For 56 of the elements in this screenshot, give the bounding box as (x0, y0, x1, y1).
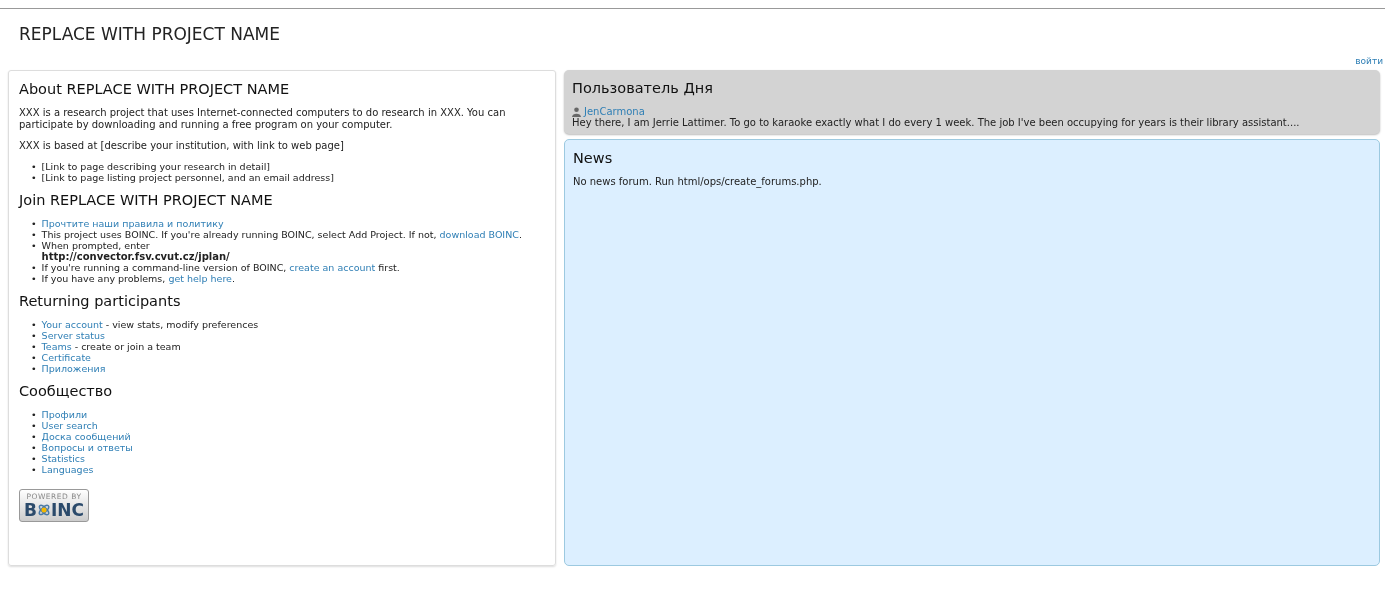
login-link[interactable]: войти (1355, 56, 1383, 66)
inline-link[interactable]: download BOINC (439, 229, 519, 240)
section-heading: Returning participants (19, 293, 182, 309)
bullet: • (31, 442, 37, 453)
bullet: • (31, 341, 37, 352)
bullet: • (31, 453, 37, 464)
list-item: Teams - create or join a team (41, 341, 181, 352)
bullet: • (31, 420, 37, 431)
section-heading: Join REPLACE WITH PROJECT NAME (19, 192, 274, 208)
list-item: If you're running a command-line version of BOINC, create an account first. (41, 262, 400, 273)
list-link[interactable]: Приложения (41, 363, 106, 374)
bullet: • (31, 409, 37, 420)
bullet: • (31, 273, 37, 284)
list-link[interactable]: Профили (41, 409, 88, 420)
list-item: This project uses BOINC. If you're already running BOINC, select Add Project. If not, download BOINC. (41, 229, 522, 240)
list-link[interactable]: Доска сообщений (41, 431, 131, 442)
bullet: • (31, 352, 37, 363)
panel-heading: Пользователь Дня (572, 80, 714, 96)
bullet: • (31, 431, 37, 442)
list-item: [Link to page listing project personnel, and an email address] (41, 172, 334, 183)
bullet: • (31, 363, 37, 374)
bullet: • (31, 240, 37, 251)
list-item: Your account - view stats, modify preferences (41, 319, 259, 330)
inline-link[interactable]: Teams (41, 341, 72, 352)
bullet: • (31, 218, 37, 229)
bullet: • (31, 464, 37, 475)
list-item: [Link to page describing your research in detail] (41, 161, 270, 172)
list-link[interactable]: Прочтите наши правила и политику (41, 218, 224, 229)
site-title: REPLACE WITH PROJECT NAME (19, 24, 282, 44)
list-link[interactable]: User search (41, 420, 98, 431)
list-link[interactable]: Вопросы и ответы (41, 442, 133, 453)
bullet: • (31, 229, 37, 240)
inline-link[interactable]: create an account (289, 262, 376, 273)
user-link[interactable]: JenCarmona (584, 106, 645, 117)
list-link[interactable]: Languages (41, 464, 94, 475)
list-item: If you have any problems, get help here. (41, 273, 235, 284)
inline-link[interactable]: get help here (168, 273, 232, 284)
bullet: • (31, 161, 37, 172)
bullet: • (31, 262, 37, 273)
bullet: • (31, 319, 37, 330)
user-description: Hey there, I am Jerrie Lattimer. To go to karaoke exactly what I do every 1 week. The job I've been occupying for years is their library assistant.... (572, 117, 1301, 128)
bullet: • (31, 330, 37, 341)
atom-icon (36, 503, 51, 517)
list-link[interactable]: Statistics (41, 453, 86, 464)
bullet: • (31, 172, 37, 183)
list-link[interactable]: Server status (41, 330, 105, 341)
user-icon (572, 106, 581, 117)
panel-heading: News (573, 150, 614, 166)
section-heading: About REPLACE WITH PROJECT NAME (19, 81, 291, 97)
inline-link[interactable]: Your account (41, 319, 103, 330)
section-heading: Сообщество (19, 383, 114, 399)
news-message: No news forum. Run html/ops/create_forums.php. (573, 176, 823, 187)
paragraph: XXX is a research project that uses Internet-connected computers to do research in XXX. You can participate by downloading and running a free program on your computer. (19, 107, 507, 131)
list-item: When prompted, enter http://convector.fsv.cvut.cz/jplan/ (41, 240, 230, 262)
list-link[interactable]: Certificate (41, 352, 91, 363)
paragraph: XXX is based at [describe your institution, with link to web page] (19, 140, 345, 152)
